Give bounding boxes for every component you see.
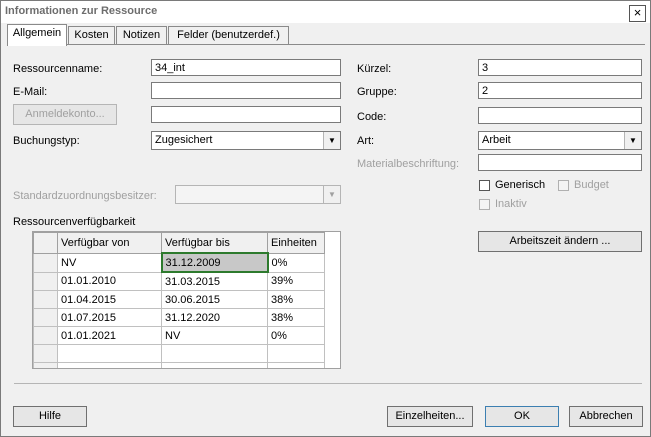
chevron-down-icon[interactable]: ▼ xyxy=(624,132,641,149)
table-cell[interactable]: 31.03.2015 xyxy=(161,271,268,291)
table-row[interactable] xyxy=(33,344,325,363)
table-cell-selected[interactable]: 31.12.2009 xyxy=(160,252,269,273)
email-label: E-Mail: xyxy=(13,86,48,98)
table-cell[interactable]: 0% xyxy=(267,252,325,273)
table-cell[interactable] xyxy=(267,344,325,363)
table-cell[interactable]: 0% xyxy=(267,326,325,345)
art-select[interactable]: Arbeit ▼ xyxy=(478,131,642,150)
code-label: Code: xyxy=(357,111,387,123)
arbeitszeit-aendern-button[interactable]: Arbeitszeit ändern ... xyxy=(478,231,642,252)
table-row[interactable]: 01.04.2015 30.06.2015 38% xyxy=(33,290,325,309)
table-cell[interactable]: NV xyxy=(161,326,268,345)
tab-divider xyxy=(7,44,645,45)
table-cell[interactable]: 30.06.2015 xyxy=(161,290,268,309)
standardzuordnung-label: Standardzuordnungsbesitzer: xyxy=(13,190,157,202)
chevron-down-icon[interactable]: ▼ xyxy=(323,186,340,203)
resource-info-dialog: Informationen zur Ressource × Allgemein … xyxy=(0,0,651,437)
ok-button[interactable]: OK xyxy=(485,406,559,427)
table-row[interactable]: 01.01.2010 31.03.2015 39% xyxy=(33,271,325,291)
tab-felder[interactable]: Felder (benutzerdef.) xyxy=(168,26,289,44)
table-cell[interactable]: 38% xyxy=(267,290,325,309)
row-header[interactable] xyxy=(33,362,58,368)
generisch-checkbox[interactable] xyxy=(479,180,490,191)
buchungstyp-value: Zugesichert xyxy=(155,134,213,146)
generisch-label: Generisch xyxy=(495,179,546,191)
table-row[interactable]: 01.01.2021 NV 0% xyxy=(33,326,325,345)
tab-notizen[interactable]: Notizen xyxy=(116,26,167,44)
table-cell[interactable]: NV xyxy=(57,252,162,273)
dialog-title: Informationen zur Ressource xyxy=(5,5,158,17)
row-header[interactable] xyxy=(33,344,58,363)
kuerzel-label: Kürzel: xyxy=(357,63,392,75)
budget-label: Budget xyxy=(574,179,609,191)
tab-allgemein[interactable]: Allgemein xyxy=(7,24,67,46)
einzelheiten-button[interactable]: Einzelheiten... xyxy=(387,406,473,427)
footer-separator xyxy=(14,383,642,384)
inaktiv-label: Inaktiv xyxy=(495,198,527,210)
table-cell[interactable]: 39% xyxy=(267,271,325,291)
row-header[interactable] xyxy=(33,326,58,345)
gruppe-label: Gruppe: xyxy=(357,86,397,98)
table-cell[interactable] xyxy=(57,344,162,363)
email-field[interactable] xyxy=(151,82,341,99)
column-header[interactable]: Verfügbar bis xyxy=(161,232,268,254)
ressourcenname-label: Ressourcenname: xyxy=(13,63,103,75)
corner-cell xyxy=(33,232,58,254)
table-cell[interactable]: 01.04.2015 xyxy=(57,290,162,309)
table-row[interactable]: 01.07.2015 31.12.2020 38% xyxy=(33,308,325,327)
column-header[interactable]: Verfügbar von xyxy=(57,232,162,254)
table-cell[interactable]: 01.07.2015 xyxy=(57,308,162,327)
abbrechen-button[interactable]: Abbrechen xyxy=(569,406,643,427)
row-header[interactable] xyxy=(33,290,58,309)
ressourcenname-field[interactable]: 34_int xyxy=(151,59,341,76)
table-row[interactable]: NV 31.12.2009 0% xyxy=(33,252,325,273)
chevron-down-icon[interactable]: ▼ xyxy=(323,132,340,149)
table-row[interactable] xyxy=(33,362,325,368)
material-label: Materialbeschriftung: xyxy=(357,158,460,170)
table-cell[interactable] xyxy=(161,344,268,363)
code-field[interactable] xyxy=(478,107,642,124)
table-cell[interactable]: 01.01.2021 xyxy=(57,326,162,345)
table-cell[interactable] xyxy=(161,362,268,368)
row-header[interactable] xyxy=(33,271,58,291)
table-cell[interactable]: 38% xyxy=(267,308,325,327)
title-bar: Informationen zur Ressource × xyxy=(1,1,650,23)
budget-checkbox[interactable] xyxy=(558,180,569,191)
anmeldekonto-button[interactable]: Anmeldekonto... xyxy=(13,104,117,125)
row-header[interactable] xyxy=(33,308,58,327)
buchungstyp-select[interactable]: Zugesichert ▼ xyxy=(151,131,341,150)
material-field[interactable] xyxy=(478,154,642,171)
art-label: Art: xyxy=(357,135,375,147)
tab-kosten[interactable]: Kosten xyxy=(68,26,115,44)
table-header-row: Verfügbar von Verfügbar bis Einheiten xyxy=(33,232,325,254)
row-header[interactable] xyxy=(33,252,58,273)
table-cell[interactable]: 31.12.2020 xyxy=(161,308,268,327)
close-button[interactable]: × xyxy=(629,5,646,22)
table-cell[interactable] xyxy=(57,362,162,368)
art-value: Arbeit xyxy=(482,134,511,146)
column-header[interactable]: Einheiten xyxy=(267,232,325,254)
anmeldekonto-field[interactable] xyxy=(151,106,341,123)
availability-table[interactable]: Verfügbar von Verfügbar bis Einheiten NV… xyxy=(32,231,341,369)
gruppe-field[interactable]: 2 xyxy=(478,82,642,99)
ressourcenverfuegbarkeit-label: Ressourcenverfügbarkeit xyxy=(13,216,136,228)
table-cell[interactable]: 01.01.2010 xyxy=(57,271,162,291)
inaktiv-checkbox[interactable] xyxy=(479,199,490,210)
kuerzel-field[interactable]: 3 xyxy=(478,59,642,76)
buchungstyp-label: Buchungstyp: xyxy=(13,135,80,147)
table-cell[interactable] xyxy=(267,362,325,368)
standardzuordnung-select[interactable]: ▼ xyxy=(175,185,341,204)
hilfe-button[interactable]: Hilfe xyxy=(13,406,87,427)
